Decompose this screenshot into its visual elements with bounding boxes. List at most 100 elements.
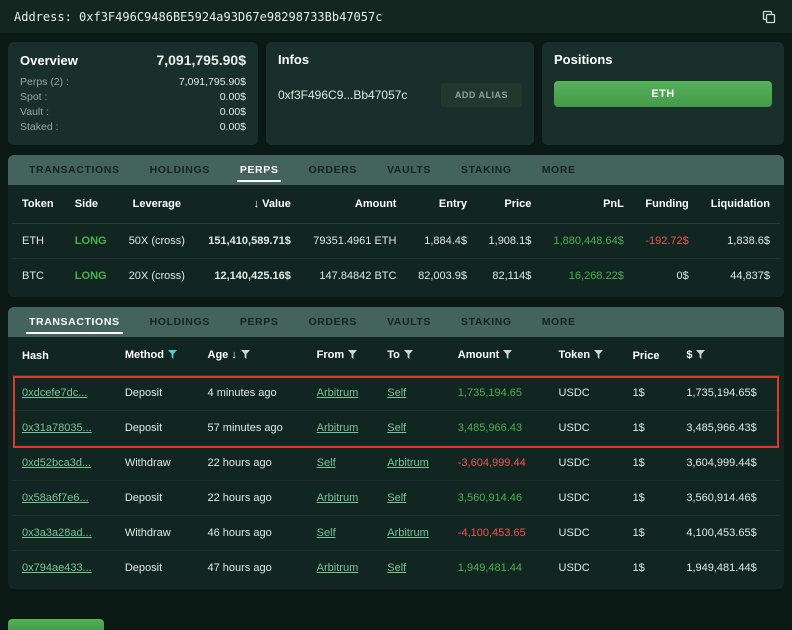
col-pnl[interactable]: PnL: [541, 185, 634, 223]
price-cell: 1$: [623, 445, 677, 480]
tab-staking[interactable]: STAKING: [446, 307, 527, 337]
hash-link[interactable]: 0x58a6f7e6...: [22, 492, 89, 504]
hash-link[interactable]: 0x794ae433...: [22, 562, 92, 574]
token-cell: USDC: [549, 515, 623, 550]
overview-value: 0.00$: [220, 120, 246, 135]
hash-link[interactable]: 0xdcefe7dc...: [22, 387, 87, 399]
hash-link[interactable]: 0x3a3a28ad...: [22, 527, 92, 539]
col-amount[interactable]: Amount: [301, 185, 407, 223]
tab-perps[interactable]: PERPS: [225, 307, 294, 337]
col-price[interactable]: Price: [477, 185, 541, 223]
token-filter-icon[interactable]: [594, 350, 603, 362]
to-link[interactable]: Self: [387, 562, 406, 574]
col-funding[interactable]: Funding: [634, 185, 699, 223]
tab-perps[interactable]: PERPS: [225, 155, 294, 185]
usd-cell: 3,485,966.43$: [676, 410, 780, 445]
col-entry[interactable]: Entry: [406, 185, 477, 223]
position-eth-button[interactable]: ETH: [554, 81, 772, 107]
amount-filter-icon[interactable]: [503, 350, 512, 362]
from-link[interactable]: Arbitrum: [317, 387, 359, 399]
to-link[interactable]: Self: [387, 387, 406, 399]
value-cell: 151,410,589.71$: [196, 223, 301, 258]
age-filter-icon[interactable]: [241, 350, 250, 362]
token-cell: USDC: [549, 410, 623, 445]
copy-icon[interactable]: [760, 8, 778, 26]
from-link[interactable]: Arbitrum: [317, 562, 359, 574]
side-cell: LONG: [65, 223, 118, 258]
perps-row: ETH LONG 50X (cross) 151,410,589.71$ 793…: [12, 223, 780, 258]
overview-value: 0.00$: [220, 105, 246, 120]
from-link[interactable]: Self: [317, 457, 336, 469]
method-cell: Withdraw: [115, 515, 198, 550]
col-hash[interactable]: Hash: [12, 337, 115, 375]
overview-label: Perps (2) :: [20, 75, 69, 90]
to-link[interactable]: Self: [387, 422, 406, 434]
price-cell: 82,114$: [477, 258, 541, 293]
col-method[interactable]: Method: [115, 337, 198, 375]
partial-green-button[interactable]: [8, 619, 104, 630]
col-usd[interactable]: $: [676, 337, 780, 375]
col-to[interactable]: To: [377, 337, 448, 375]
from-link[interactable]: Self: [317, 527, 336, 539]
tab-transactions[interactable]: TRANSACTIONS: [14, 307, 135, 337]
col-usd-label: $: [686, 349, 692, 361]
transactions-panel: TRANSACTIONS HOLDINGS PERPS ORDERS VAULT…: [8, 307, 784, 589]
col-amount[interactable]: Amount: [448, 337, 549, 375]
token-cell: USDC: [549, 445, 623, 480]
tab-holdings[interactable]: HOLDINGS: [135, 307, 225, 337]
tab-more[interactable]: MORE: [527, 307, 591, 337]
usd-cell: 3,604,999.44$: [676, 445, 780, 480]
to-link[interactable]: Arbitrum: [387, 457, 429, 469]
from-link[interactable]: Arbitrum: [317, 422, 359, 434]
col-method-label: Method: [125, 349, 164, 361]
age-cell: 46 hours ago: [198, 515, 307, 550]
method-cell: Deposit: [115, 410, 198, 445]
tab-transactions[interactable]: TRANSACTIONS: [14, 155, 135, 185]
tab-orders[interactable]: ORDERS: [293, 155, 372, 185]
col-liquidation[interactable]: Liquidation: [699, 185, 780, 223]
value-cell: 12,140,425.16$: [196, 258, 301, 293]
tab-holdings[interactable]: HOLDINGS: [135, 155, 225, 185]
age-cell: 22 hours ago: [198, 445, 307, 480]
age-cell: 4 minutes ago: [198, 375, 307, 410]
col-from-label: From: [317, 349, 345, 361]
usd-filter-icon[interactable]: [696, 350, 705, 362]
transactions-table: Hash Method Age ↓ From To Amount Token P…: [12, 337, 780, 585]
price-cell: 1$: [623, 515, 677, 550]
amount-cell: 1,735,194.65: [448, 375, 549, 410]
col-token[interactable]: Token: [12, 185, 65, 223]
tab-vaults[interactable]: VAULTS: [372, 307, 446, 337]
col-value[interactable]: ↓ Value: [196, 185, 301, 223]
transaction-row: 0xd52bca3d... Withdraw 22 hours ago Self…: [12, 445, 780, 480]
tab-staking[interactable]: STAKING: [446, 155, 527, 185]
transactions-tabstrip: TRANSACTIONS HOLDINGS PERPS ORDERS VAULT…: [8, 307, 784, 337]
usd-cell: 4,100,453.65$: [676, 515, 780, 550]
to-filter-icon[interactable]: [404, 350, 413, 362]
side-cell: LONG: [65, 258, 118, 293]
col-from[interactable]: From: [307, 337, 378, 375]
overview-label: Spot :: [20, 90, 47, 105]
from-filter-icon[interactable]: [348, 350, 357, 362]
tab-vaults[interactable]: VAULTS: [372, 155, 446, 185]
overview-title: Overview: [20, 53, 78, 68]
to-link[interactable]: Arbitrum: [387, 527, 429, 539]
to-link[interactable]: Self: [387, 492, 406, 504]
infos-address-short: 0xf3F496C9...Bb47057c: [278, 88, 407, 102]
col-leverage[interactable]: Leverage: [118, 185, 196, 223]
tab-orders[interactable]: ORDERS: [293, 307, 372, 337]
col-token[interactable]: Token: [549, 337, 623, 375]
from-link[interactable]: Arbitrum: [317, 492, 359, 504]
col-amount-label: Amount: [458, 349, 500, 361]
leverage-cell: 50X (cross): [118, 223, 196, 258]
hash-link[interactable]: 0x31a78035...: [22, 422, 92, 434]
col-price[interactable]: Price: [623, 337, 677, 375]
method-filter-icon[interactable]: [168, 350, 177, 362]
tab-more[interactable]: MORE: [527, 155, 591, 185]
token-cell: ETH: [12, 223, 65, 258]
col-age[interactable]: Age ↓: [198, 337, 307, 375]
hash-link[interactable]: 0xd52bca3d...: [22, 457, 91, 469]
col-side[interactable]: Side: [65, 185, 118, 223]
add-alias-button[interactable]: ADD ALIAS: [441, 83, 522, 107]
perps-row: BTC LONG 20X (cross) 12,140,425.16$ 147.…: [12, 258, 780, 293]
perps-header-row: Token Side Leverage ↓ Value Amount Entry…: [12, 185, 780, 223]
